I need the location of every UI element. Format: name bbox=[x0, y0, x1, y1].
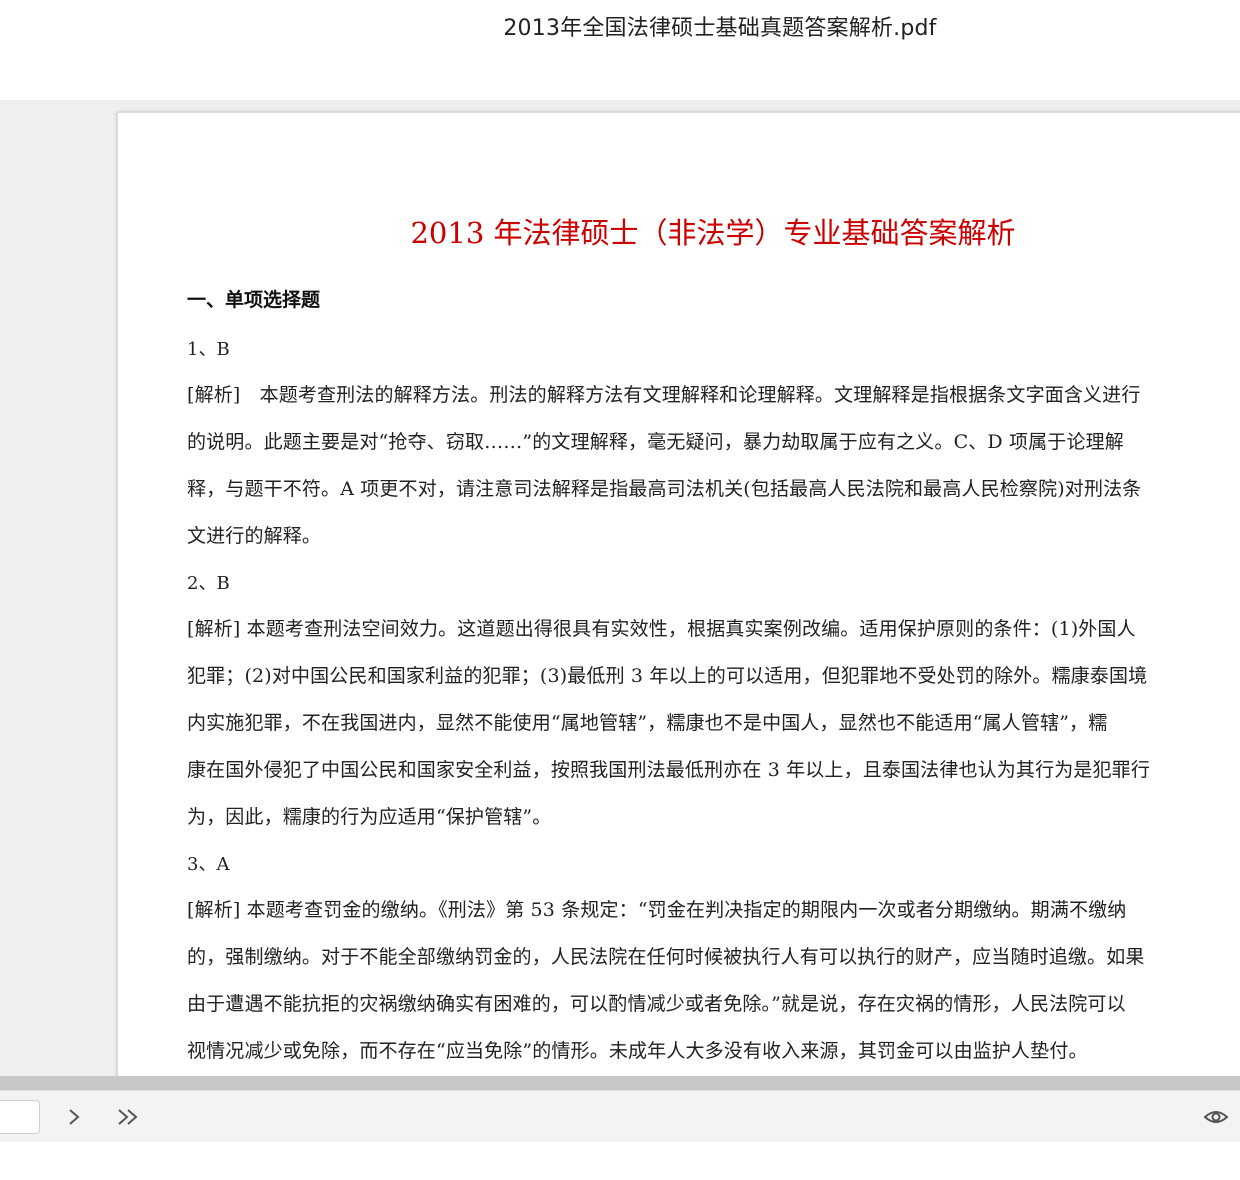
chevron-right-icon bbox=[69, 1109, 80, 1125]
next-page-button[interactable] bbox=[56, 1101, 92, 1133]
pdf-page: 2013 年法律硕士（非法学）专业基础答案解析 一、单项选择题 1、B [解析]… bbox=[117, 112, 1240, 1076]
bottom-toolbar bbox=[0, 1090, 1240, 1143]
last-page-button[interactable] bbox=[110, 1101, 146, 1133]
question-2-line-3: 内实施犯罪，不在我国进内，显然不能使用“属地管辖”，糯康也不是中国人，显然也不能… bbox=[187, 712, 1108, 734]
question-2-line-4: 康在国外侵犯了中国公民和国家安全利益，按照我国刑法最低刑亦在 3 年以上，且泰国… bbox=[187, 759, 1150, 781]
question-1-line-3: 释，与题干不符。A 项更不对，请注意司法解释是指最高司法机关(包括最高人民法院和… bbox=[187, 478, 1142, 500]
horizontal-scrollbar[interactable] bbox=[0, 1076, 1240, 1090]
view-mode-button[interactable] bbox=[1198, 1101, 1234, 1133]
pdf-viewer[interactable]: 2013 年法律硕士（非法学）专业基础答案解析 一、单项选择题 1、B [解析]… bbox=[0, 100, 1240, 1076]
question-1-line-1: [解析] 本题考查刑法的解释方法。刑法的解释方法有文理解释和论理解释。文理解释是… bbox=[187, 384, 1141, 406]
question-3-line-4: 视情况减少或免除，而不存在“应当免除”的情形。未成年人大多没有收入来源，其罚金可… bbox=[187, 1040, 1088, 1062]
document-title: 2013 年法律硕士（非法学）专业基础答案解析 bbox=[410, 216, 1016, 250]
question-2-line-5: 为，因此，糯康的行为应适用“保护管辖”。 bbox=[187, 806, 552, 828]
file-title: 2013年全国法律硕士基础真题答案解析.pdf bbox=[503, 16, 937, 41]
page-footer-area bbox=[0, 1142, 1240, 1180]
question-2-answer: 2、B bbox=[187, 573, 230, 594]
page-number-input[interactable] bbox=[0, 1100, 40, 1134]
question-3-line-3: 由于遭遇不能抗拒的灾祸缴纳确实有困难的，可以酌情减少或者免除。”就是说，存在灾祸… bbox=[187, 993, 1126, 1015]
title-bar: 2013年全国法律硕士基础真题答案解析.pdf bbox=[0, 0, 1240, 100]
question-1-line-2: 的说明。此题主要是对“抢夺、窃取……”的文理解释，毫无疑问，暴力劫取属于应有之义… bbox=[187, 431, 1124, 453]
question-2-line-1: [解析] 本题考查刑法空间效力。这道题出得很具有实效性，根据真实案例改编。适用保… bbox=[187, 618, 1136, 640]
question-3-line-2: 的，强制缴纳。对于不能全部缴纳罚金的，人民法院在任何时候被执行人有可以执行的财产… bbox=[187, 946, 1145, 968]
eye-icon bbox=[1203, 1111, 1229, 1123]
question-1-line-4: 文进行的解释。 bbox=[187, 525, 322, 547]
question-3-answer: 3、A bbox=[187, 854, 230, 875]
question-2-line-2: 犯罪；(2)对中国公民和国家利益的犯罪；(3)最低刑 3 年以上的可以适用，但犯… bbox=[187, 665, 1148, 687]
double-chevron-right-icon bbox=[118, 1109, 138, 1125]
section-heading: 一、单项选择题 bbox=[187, 289, 321, 311]
question-3-line-1: [解析] 本题考查罚金的缴纳。《刑法》第 53 条规定：“罚金在判决指定的期限内… bbox=[187, 899, 1127, 921]
question-1-answer: 1、B bbox=[187, 339, 230, 360]
